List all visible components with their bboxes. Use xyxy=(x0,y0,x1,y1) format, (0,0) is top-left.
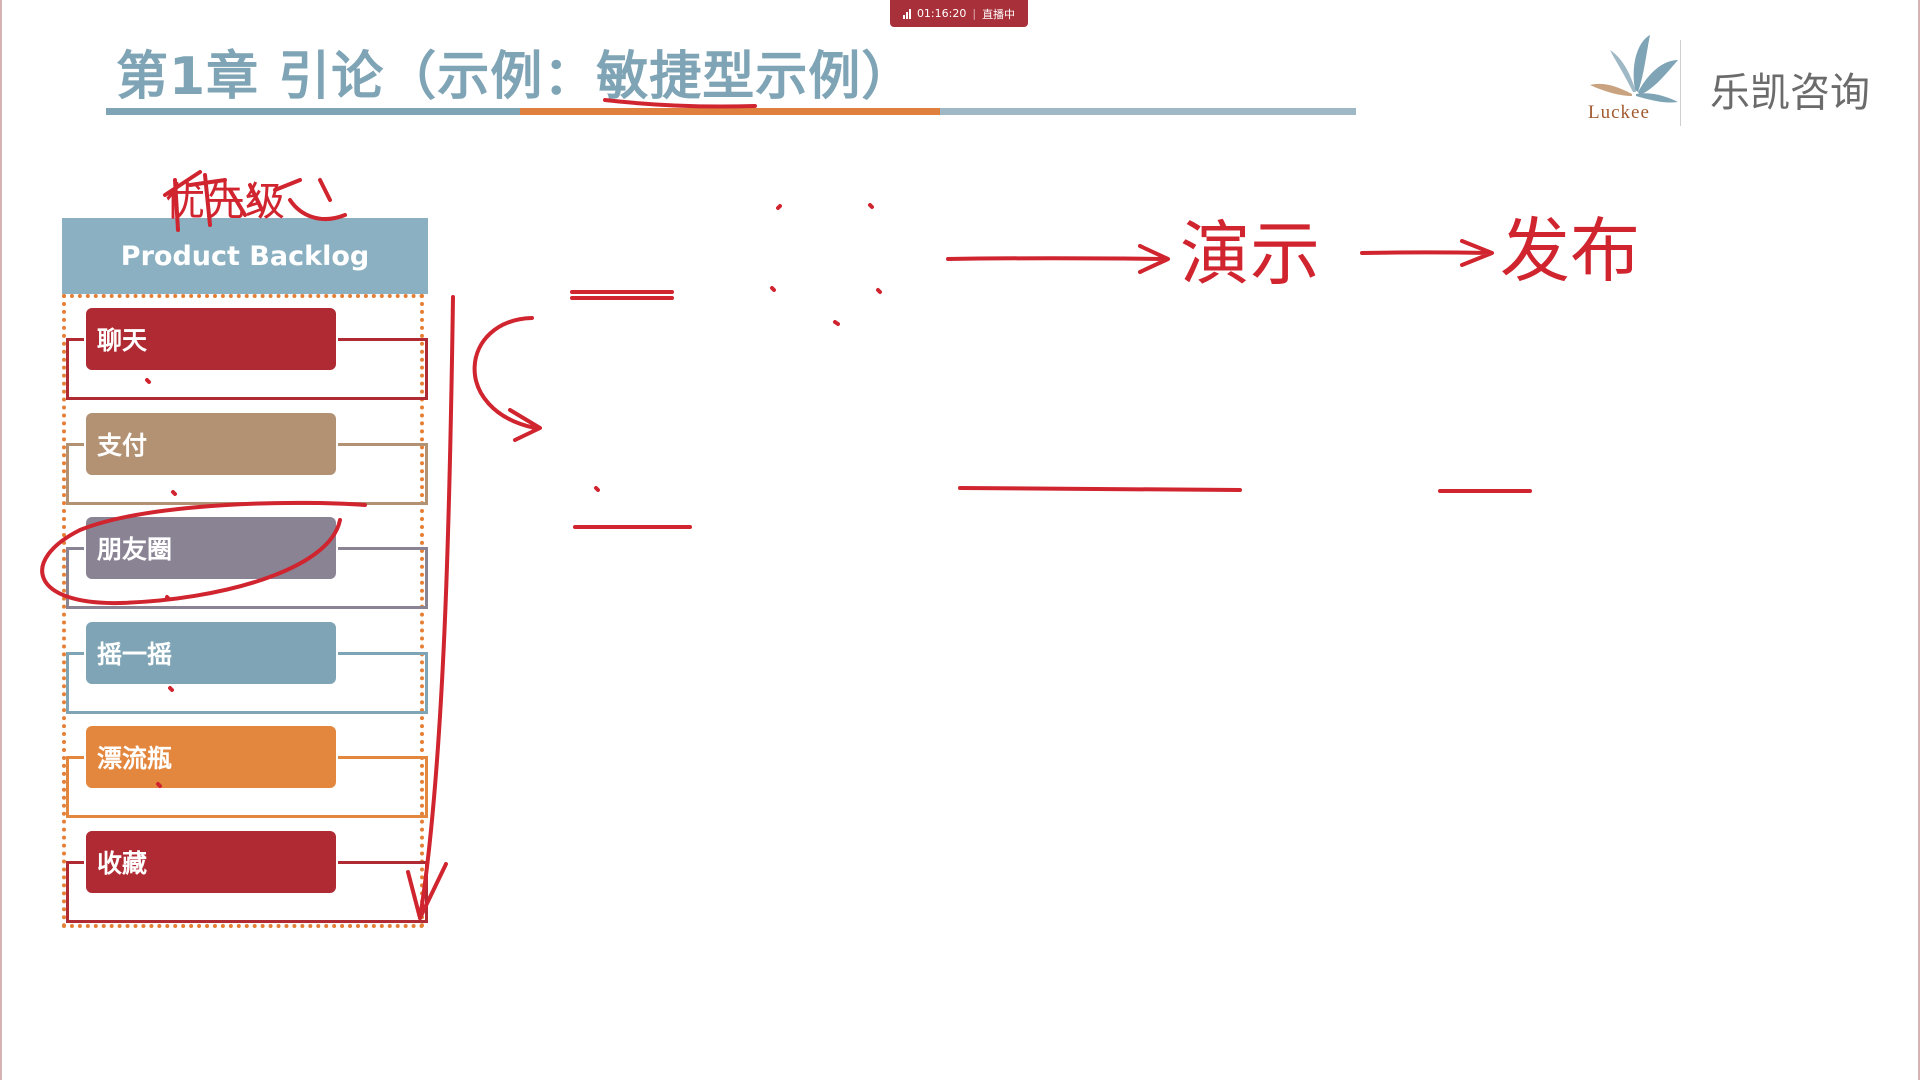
backlog-item-connector xyxy=(338,756,428,759)
backlog-item-tick xyxy=(66,443,84,446)
backlog-item[interactable]: 朋友圈 xyxy=(86,517,336,579)
arrow-to-release xyxy=(1360,239,1494,267)
backlog-item-tick xyxy=(66,338,84,341)
backlog-item-connector xyxy=(338,338,428,341)
demo-annotation: 演示 xyxy=(1180,213,1320,295)
slide-title: 第1章 引论（示例：敏捷型示例） xyxy=(116,47,915,107)
logo-name: 乐凯咨询 xyxy=(1710,70,1870,116)
backlog-item-connector xyxy=(338,547,428,550)
live-status-badge[interactable]: 01:16:20 | 直播中 xyxy=(890,0,1028,27)
dot-mark-2 xyxy=(594,486,600,492)
arrow-to-demo xyxy=(946,244,1170,274)
backlog-item-tick xyxy=(66,547,84,550)
line-2 xyxy=(958,486,1242,492)
backlog-item[interactable]: 摇一摇 xyxy=(86,622,336,684)
curved-arrow xyxy=(472,316,542,442)
title-underline xyxy=(106,108,1356,115)
backlog-item[interactable]: 聊天 xyxy=(86,308,336,370)
backlog-item[interactable]: 漂流瓶 xyxy=(86,726,336,788)
company-logo: Luckee 乐凯咨询 xyxy=(1570,30,1890,130)
logo-divider xyxy=(1680,40,1681,126)
backlog-item-tick xyxy=(66,652,84,655)
backlog-item[interactable]: 收藏 xyxy=(86,831,336,893)
backlog-item-tick xyxy=(66,756,84,759)
backlog-item[interactable]: 支付 xyxy=(86,413,336,475)
dash-mark xyxy=(570,290,674,300)
dot-marks xyxy=(770,203,882,326)
separator: | xyxy=(972,7,977,20)
live-label: 直播中 xyxy=(982,7,1016,21)
backlog-item-tick xyxy=(66,861,84,864)
backlog-item-connector xyxy=(338,652,428,655)
logo-subtitle: Luckee xyxy=(1588,102,1650,123)
backlog-item-connector xyxy=(338,861,428,864)
live-time: 01:16:20 xyxy=(916,7,967,20)
backlog-header: Product Backlog xyxy=(62,218,428,294)
backlog-item-connector xyxy=(338,443,428,446)
release-annotation: 发布 xyxy=(1500,210,1640,292)
window-edge-left xyxy=(0,0,2,1080)
signal-icon xyxy=(902,8,911,19)
